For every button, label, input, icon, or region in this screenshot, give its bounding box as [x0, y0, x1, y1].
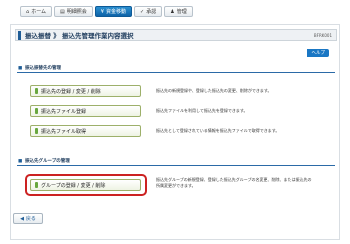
- page-title: 振込振替 》 振込先管理作業内容選択: [25, 32, 134, 40]
- payee-register-desc: 振込先の新規登録や、登録した振込先の変更、削除ができます。: [156, 88, 272, 93]
- group-desc-line2: 所属変更ができます。: [156, 183, 196, 188]
- page-title-bar: 振込振替 》 振込先管理作業内容選択 BFRK001: [15, 29, 337, 41]
- button-label: グループの登録 / 変更 / 削除: [41, 182, 106, 189]
- section-marker-icon: ■: [18, 159, 23, 164]
- section-title: 振込先グループの管理: [25, 159, 70, 164]
- button-label: 振込先ファイル登録: [41, 108, 87, 115]
- button-label: 振込先ファイル取得: [41, 128, 87, 135]
- tab-home[interactable]: ⌂ ホーム: [20, 6, 53, 17]
- payee-register-change-delete-button[interactable]: 振込先の登録 / 変更 / 削除: [30, 85, 141, 97]
- title-accent: [18, 30, 21, 40]
- button-bar-icon: [35, 182, 38, 188]
- screen-code: BFRK001: [313, 33, 332, 38]
- person-icon: ♟: [170, 8, 175, 15]
- chevron-left-icon: ◀: [20, 215, 24, 222]
- tab-label: 明細照会: [66, 9, 87, 15]
- back-label: 戻る: [25, 216, 36, 222]
- help-button[interactable]: ヘルプ: [306, 49, 329, 57]
- content-panel: 振込振替 》 振込先管理作業内容選択 BFRK001 ヘルプ ■ 振込振替先の管…: [10, 24, 340, 240]
- button-bar-icon: [35, 88, 38, 94]
- payee-file-download-button[interactable]: 振込先ファイル取得: [30, 125, 141, 137]
- tab-management[interactable]: ♟ 管理: [164, 6, 193, 17]
- nav-tabs: ⌂ ホーム ▤ 明細照会 ¥ 資金移動 ✓ 承認 ♟ 管理: [20, 6, 195, 17]
- tab-approval[interactable]: ✓ 承認: [134, 6, 163, 17]
- tab-fund-transfer[interactable]: ¥ 資金移動: [94, 6, 132, 17]
- section-marker-icon: ■: [18, 66, 23, 71]
- tab-statement-inquiry[interactable]: ▤ 明細照会: [54, 6, 93, 17]
- tab-label: 承認: [146, 9, 157, 15]
- tab-label: 資金移動: [105, 9, 126, 15]
- check-icon: ✓: [140, 8, 145, 15]
- home-icon: ⌂: [26, 8, 30, 15]
- group-register-change-delete-button[interactable]: グループの登録 / 変更 / 削除: [30, 179, 141, 191]
- button-bar-icon: [35, 128, 38, 134]
- section-header-payee: ■ 振込振替先の管理: [17, 65, 335, 73]
- yen-icon: ¥: [100, 8, 104, 15]
- back-button[interactable]: ◀ 戻る: [13, 213, 43, 224]
- tab-label: 管理: [176, 9, 187, 15]
- payee-file-register-button[interactable]: 振込先ファイル登録: [30, 105, 141, 117]
- button-label: 振込先の登録 / 変更 / 削除: [41, 88, 101, 95]
- document-icon: ▤: [60, 8, 65, 15]
- top-navigation: ⌂ ホーム ▤ 明細照会 ¥ 資金移動 ✓ 承認 ♟ 管理: [0, 0, 350, 22]
- button-bar-icon: [35, 108, 38, 114]
- section-header-group: ■ 振込先グループの管理: [17, 158, 335, 166]
- payee-file-download-desc: 振込先として登録されている情報を振込先ファイルで取得できます。: [156, 128, 280, 133]
- section-title: 振込振替先の管理: [25, 66, 61, 71]
- group-desc: 振込先グループの新規登録、登録した振込先グループの名変更、削除、または振込先の …: [156, 177, 312, 189]
- payee-file-register-desc: 振込先ファイルを利用して振込先を登録できます。: [156, 108, 248, 113]
- tab-label: ホーム: [31, 9, 47, 15]
